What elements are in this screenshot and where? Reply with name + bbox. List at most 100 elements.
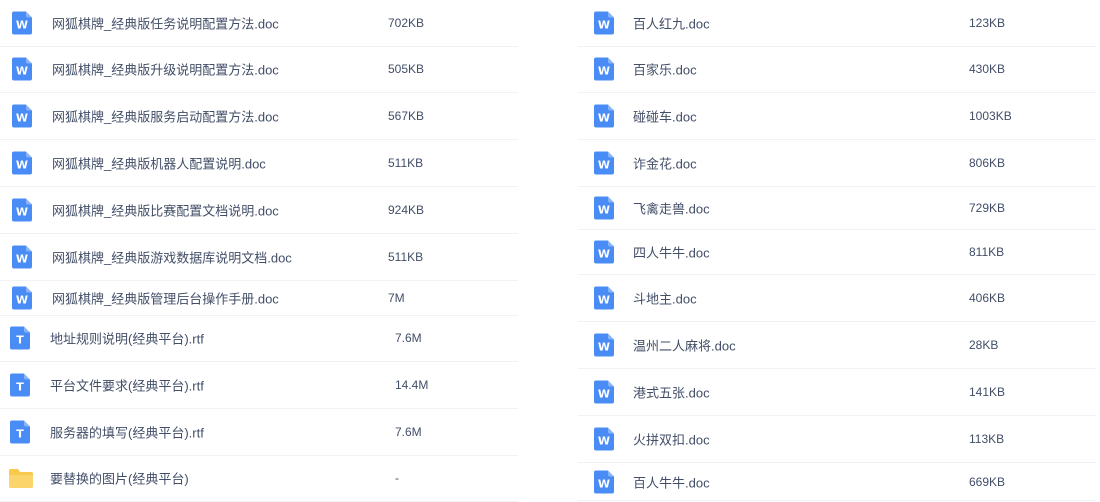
- file-name[interactable]: 百家乐.doc: [633, 60, 697, 79]
- svg-text:W: W: [598, 388, 610, 401]
- file-size: 7M: [388, 291, 405, 305]
- file-row[interactable]: W 网狐棋牌_经典版比赛配置文档说明.doc 924KB: [0, 187, 518, 234]
- word-icon: W: [594, 333, 614, 357]
- file-name[interactable]: 网狐棋牌_经典版升级说明配置方法.doc: [52, 60, 279, 79]
- file-row[interactable]: W 斗地主.doc 406KB: [578, 275, 1096, 322]
- file-size: 7.6M: [395, 425, 422, 439]
- word-icon: W: [594, 151, 614, 175]
- word-icon: W: [12, 57, 32, 81]
- word-icon: W: [12, 11, 32, 35]
- file-size: 14.4M: [395, 378, 429, 392]
- svg-text:W: W: [16, 112, 28, 125]
- svg-text:W: W: [16, 159, 28, 172]
- file-name[interactable]: 网狐棋牌_经典版机器人配置说明.doc: [52, 154, 266, 173]
- file-name[interactable]: 港式五张.doc: [633, 383, 710, 402]
- file-row[interactable]: W 网狐棋牌_经典版管理后台操作手册.doc 7M: [0, 281, 518, 316]
- svg-text:T: T: [16, 381, 24, 394]
- file-row[interactable]: T 服务器的填写(经典平台).rtf 7.6M: [0, 409, 518, 456]
- file-row[interactable]: W 诈金花.doc 806KB: [578, 140, 1096, 187]
- svg-text:W: W: [598, 294, 610, 307]
- word-icon: W: [12, 104, 32, 128]
- folder-icon: [8, 467, 34, 489]
- file-name[interactable]: 温州二人麻将.doc: [633, 336, 736, 355]
- file-row[interactable]: W 温州二人麻将.doc 28KB: [578, 322, 1096, 369]
- file-row[interactable]: W 四人牛牛.doc 811KB: [578, 230, 1096, 275]
- file-name[interactable]: 网狐棋牌_经典版任务说明配置方法.doc: [52, 14, 279, 33]
- file-size: 511KB: [388, 156, 424, 170]
- file-row[interactable]: 要替换的图片(经典平台) -: [0, 455, 518, 502]
- file-name[interactable]: 火拼双扣.doc: [633, 430, 710, 449]
- word-icon: W: [594, 427, 614, 451]
- svg-text:W: W: [598, 159, 610, 172]
- file-size: 141KB: [969, 385, 1006, 399]
- file-size: 123KB: [969, 16, 1006, 30]
- file-name[interactable]: 网狐棋牌_经典版比赛配置文档说明.doc: [52, 201, 279, 220]
- file-size: 511KB: [388, 250, 424, 264]
- file-row[interactable]: W 百人牛牛.doc 669KB: [578, 463, 1096, 501]
- svg-text:W: W: [16, 253, 28, 266]
- file-size: 406KB: [969, 291, 1006, 305]
- file-name[interactable]: 碰碰车.doc: [633, 107, 697, 126]
- file-size: 806KB: [969, 156, 1006, 170]
- file-row[interactable]: W 碰碰车.doc 1003KB: [578, 93, 1096, 140]
- file-name[interactable]: 网狐棋牌_经典版管理后台操作手册.doc: [52, 289, 279, 308]
- file-size: -: [395, 471, 399, 485]
- file-size: 113KB: [969, 432, 1005, 446]
- file-name[interactable]: 平台文件要求(经典平台).rtf: [50, 376, 204, 395]
- svg-text:W: W: [598, 248, 610, 261]
- file-size: 28KB: [969, 338, 999, 352]
- file-row[interactable]: W 飞禽走兽.doc 729KB: [578, 187, 1096, 230]
- file-row[interactable]: W 网狐棋牌_经典版服务启动配置方法.doc 567KB: [0, 93, 518, 140]
- svg-text:W: W: [16, 19, 28, 32]
- file-row[interactable]: W 网狐棋牌_经典版任务说明配置方法.doc 702KB: [0, 0, 518, 47]
- text-icon: T: [10, 326, 30, 350]
- svg-text:W: W: [598, 19, 610, 32]
- file-row[interactable]: T 地址规则说明(经典平台).rtf 7.6M: [0, 315, 518, 362]
- file-name[interactable]: 百人牛牛.doc: [633, 472, 710, 491]
- svg-text:W: W: [598, 477, 610, 490]
- file-row[interactable]: W 百人红九.doc 123KB: [578, 0, 1096, 47]
- file-size: 567KB: [388, 109, 425, 123]
- word-icon: W: [594, 57, 614, 81]
- svg-text:T: T: [16, 428, 24, 441]
- word-icon: W: [594, 11, 614, 35]
- file-name[interactable]: 飞禽走兽.doc: [633, 199, 710, 218]
- word-icon: W: [594, 470, 614, 493]
- file-name[interactable]: 诈金花.doc: [633, 154, 697, 173]
- word-icon: W: [594, 240, 614, 264]
- file-row[interactable]: W 港式五张.doc 141KB: [578, 369, 1096, 416]
- file-name[interactable]: 地址规则说明(经典平台).rtf: [50, 329, 204, 348]
- file-name[interactable]: 服务器的填写(经典平台).rtf: [50, 423, 204, 442]
- svg-text:W: W: [598, 435, 610, 448]
- word-icon: W: [594, 286, 614, 310]
- file-row[interactable]: W 网狐棋牌_经典版游戏数据库说明文档.doc 511KB: [0, 234, 518, 281]
- svg-text:T: T: [16, 334, 24, 347]
- word-icon: W: [12, 245, 32, 269]
- file-size: 729KB: [969, 201, 1006, 215]
- file-name[interactable]: 网狐棋牌_经典版服务启动配置方法.doc: [52, 107, 279, 126]
- svg-text:W: W: [598, 204, 610, 217]
- svg-text:W: W: [598, 341, 610, 354]
- file-row[interactable]: W 网狐棋牌_经典版升级说明配置方法.doc 505KB: [0, 46, 518, 93]
- file-size: 811KB: [969, 245, 1005, 259]
- file-row[interactable]: T 平台文件要求(经典平台).rtf 14.4M: [0, 362, 518, 409]
- file-row[interactable]: W 网狐棋牌_经典版机器人配置说明.doc 511KB: [0, 140, 518, 187]
- word-icon: W: [594, 196, 614, 220]
- file-row[interactable]: W 百家乐.doc 430KB: [578, 46, 1096, 93]
- file-name[interactable]: 斗地主.doc: [633, 289, 697, 308]
- svg-text:W: W: [598, 65, 610, 78]
- word-icon: W: [594, 104, 614, 128]
- file-size: 430KB: [969, 62, 1006, 76]
- word-icon: W: [12, 198, 32, 222]
- file-name[interactable]: 要替换的图片(经典平台): [50, 469, 189, 488]
- file-row[interactable]: W 火拼双扣.doc 113KB: [578, 416, 1096, 463]
- file-name[interactable]: 百人红九.doc: [633, 14, 710, 33]
- svg-text:W: W: [598, 112, 610, 125]
- file-name[interactable]: 四人牛牛.doc: [633, 243, 710, 262]
- word-icon: W: [12, 286, 32, 310]
- svg-text:W: W: [16, 206, 28, 219]
- file-size: 7.6M: [395, 331, 422, 345]
- file-name[interactable]: 网狐棋牌_经典版游戏数据库说明文档.doc: [52, 248, 292, 267]
- file-size: 702KB: [388, 16, 425, 30]
- svg-text:W: W: [16, 294, 28, 307]
